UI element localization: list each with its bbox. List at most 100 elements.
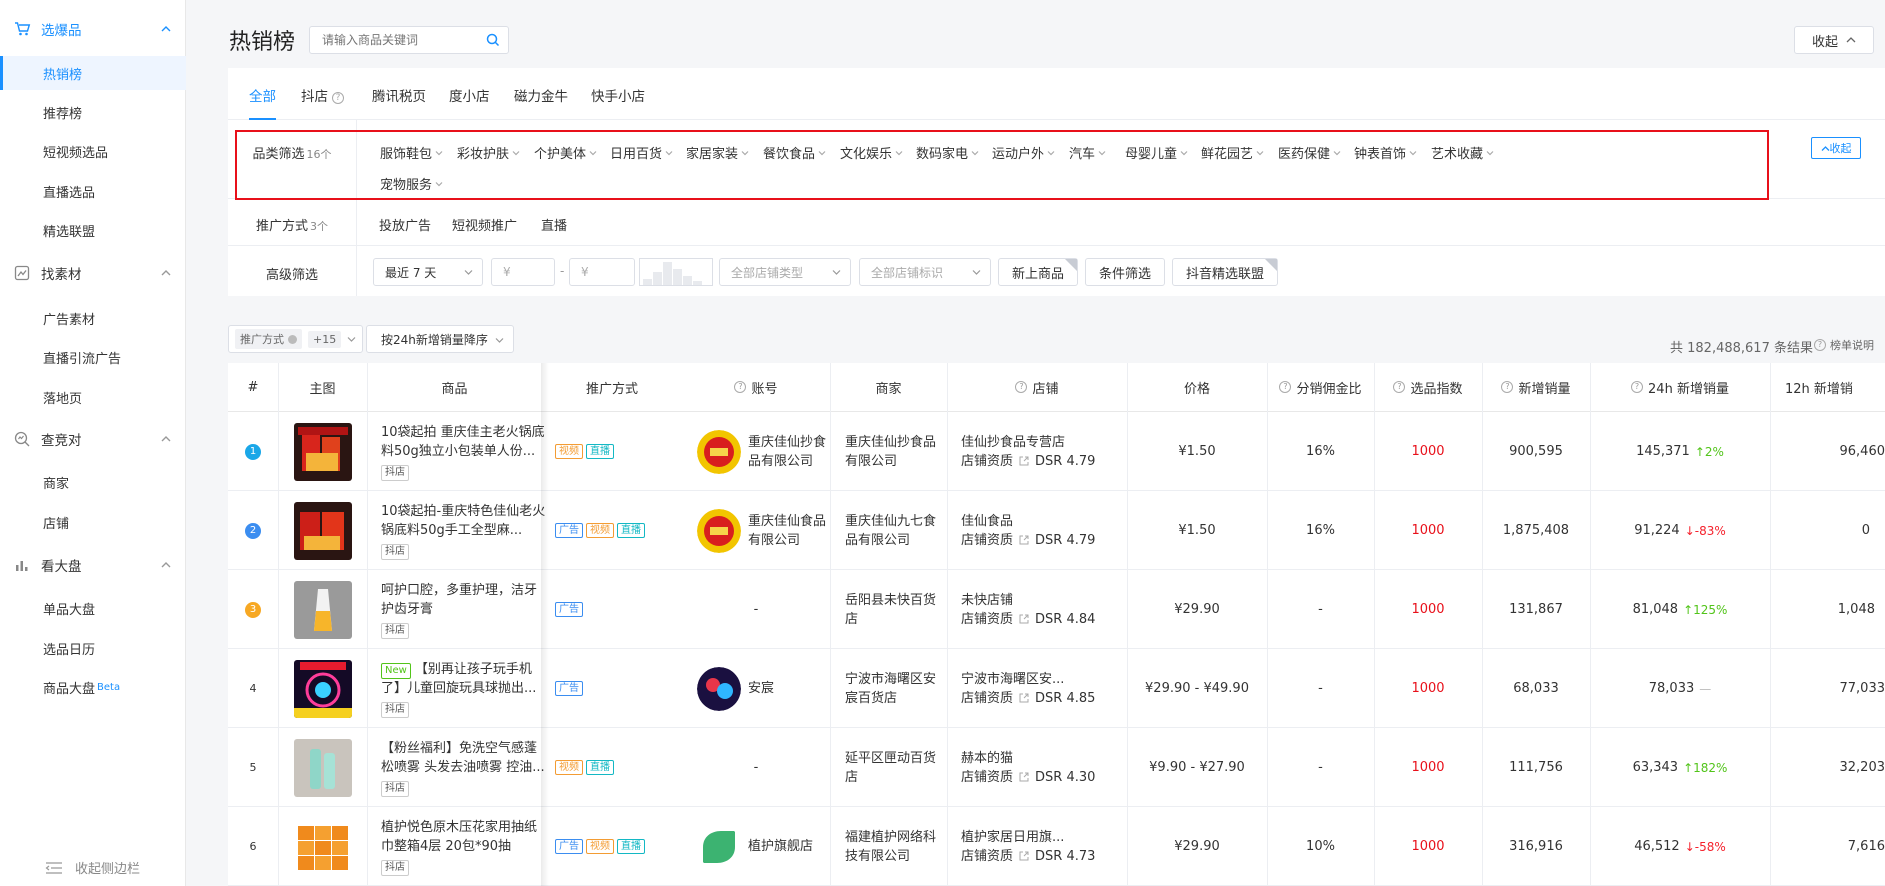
date-range-select[interactable]: 最近 7 天 xyxy=(373,258,483,286)
merchant-name[interactable]: 岳阳县未快百货店 xyxy=(830,570,947,649)
external-link-icon[interactable] xyxy=(1019,772,1029,782)
collapse-sidebar-button[interactable]: 收起侧边栏 xyxy=(45,858,140,877)
search-input[interactable] xyxy=(310,27,470,53)
store-qualification[interactable]: 店铺资质 xyxy=(961,452,1013,471)
sidebar-item-ad-material[interactable]: 广告素材 xyxy=(0,301,186,335)
collapse-filters-button[interactable]: 收起 xyxy=(1794,26,1874,54)
store-qualification[interactable]: 店铺资质 xyxy=(961,689,1013,708)
account-avatar[interactable] xyxy=(697,429,741,474)
sidebar-item-hot-list[interactable]: 热销榜 xyxy=(0,56,186,90)
sidebar-item-product-dashboard[interactable]: 商品大盘 Beta xyxy=(0,670,186,704)
product-image[interactable] xyxy=(293,580,352,639)
product-image[interactable] xyxy=(293,659,352,718)
category-item[interactable]: 医药保健 xyxy=(1278,143,1341,162)
product-image[interactable] xyxy=(293,738,352,797)
store-qualification[interactable]: 店铺资质 xyxy=(961,768,1013,787)
category-item[interactable]: 钟表首饰 xyxy=(1354,143,1417,162)
price-min-input[interactable]: ¥ xyxy=(491,258,555,286)
table-row[interactable]: 6 植护悦色原木压花家用抽纸巾整箱4层 20包*90抽 抖店 广告 视频 直播 植护旗… xyxy=(228,807,1885,886)
close-icon[interactable] xyxy=(288,334,297,344)
category-item[interactable]: 汽车 xyxy=(1069,143,1106,162)
store-qualification[interactable]: 店铺资质 xyxy=(961,531,1013,550)
sidebar-item-calendar[interactable]: 选品日历 xyxy=(0,631,186,665)
category-item[interactable]: 日用百货 xyxy=(610,143,673,162)
col-header-sales[interactable]: ? 新增销量 xyxy=(1482,363,1590,412)
store-qualification[interactable]: 店铺资质 xyxy=(961,610,1013,629)
tab-tencent[interactable]: 腾讯税页 xyxy=(372,85,426,120)
table-row[interactable]: 1 10袋起拍 重庆佳主老火锅底料50g独立小包装单人份... 抖店 视频 直播 重… xyxy=(228,412,1885,491)
account-name[interactable]: 重庆佳仙抄食品有限公司 xyxy=(748,433,830,471)
promo-tag-select[interactable]: 推广方式 +15 xyxy=(228,325,364,353)
sidebar-group-select-products[interactable]: 选爆品 xyxy=(0,14,186,44)
store-name[interactable]: 佳仙食品 xyxy=(961,512,1013,531)
sidebar-item-alliance[interactable]: 精选联盟 xyxy=(0,213,186,247)
account-name[interactable]: 重庆佳仙食品有限公司 xyxy=(748,512,830,550)
condition-filter-button[interactable]: 条件筛选 xyxy=(1085,258,1165,286)
account-avatar[interactable] xyxy=(697,508,741,553)
category-item[interactable]: 个护美体 xyxy=(534,143,597,162)
sidebar-item-recommend[interactable]: 推荐榜 xyxy=(0,95,186,129)
product-title[interactable]: 呵护口腔，多重护理，洁牙护齿牙膏 xyxy=(381,581,546,619)
product-title[interactable]: 10袋起拍 重庆佳主老火锅底料50g独立小包装单人份... xyxy=(381,423,546,461)
account-avatar[interactable] xyxy=(697,824,741,869)
new-product-toggle[interactable]: 新上商品 xyxy=(998,258,1078,286)
tab-duxiaodian[interactable]: 度小店 xyxy=(449,85,490,120)
merchant-name[interactable]: 延平区匣动百货店 xyxy=(830,728,947,807)
sidebar-item-short-video[interactable]: 短视频选品 xyxy=(0,134,186,168)
sidebar-group-competitors[interactable]: 查竞对 xyxy=(0,424,186,454)
price-distribution-icon[interactable] xyxy=(639,258,713,286)
merchant-name[interactable]: 宁波市海曙区安宸百货店 xyxy=(830,649,947,728)
external-link-icon[interactable] xyxy=(1019,614,1029,624)
store-type-select[interactable]: 全部店铺类型 xyxy=(719,258,851,286)
sidebar-item-single-dashboard[interactable]: 单品大盘 xyxy=(0,591,186,625)
tab-cili[interactable]: 磁力金牛 xyxy=(514,85,568,120)
alliance-toggle[interactable]: 抖音精选联盟 xyxy=(1172,258,1278,286)
col-header-sales-24h[interactable]: ? 24h 新增销量 xyxy=(1590,363,1770,412)
table-row[interactable]: 3 呵护口腔，多重护理，洁牙护齿牙膏 抖店 广告 - 岳阳县未快百货店 未快店铺店… xyxy=(228,570,1885,649)
promo-item-ad[interactable]: 投放广告 xyxy=(379,215,431,234)
table-row[interactable]: 2 10袋起拍-重庆特色佳仙老火锅底料50g手工全型麻... 抖店 广告 视频 直播 … xyxy=(228,491,1885,570)
external-link-icon[interactable] xyxy=(1019,851,1029,861)
product-image[interactable] xyxy=(293,501,352,560)
store-name[interactable]: 未快店铺 xyxy=(961,591,1013,610)
account-name[interactable]: 植护旗舰店 xyxy=(748,837,830,856)
col-header-index[interactable]: ? 选品指数 xyxy=(1374,363,1482,412)
product-title[interactable]: 10袋起拍-重庆特色佳仙老火锅底料50g手工全型麻... xyxy=(381,502,546,540)
price-max-input[interactable]: ¥ xyxy=(569,258,635,286)
sort-select[interactable]: 按24h新增销量降序 xyxy=(366,325,514,353)
sidebar-item-live-ads[interactable]: 直播引流广告 xyxy=(0,340,186,374)
list-explain-link[interactable]: ? 榜单说明 xyxy=(1814,337,1874,353)
merchant-name[interactable]: 福建植护网络科技有限公司 xyxy=(830,807,947,886)
category-item[interactable]: 母婴儿童 xyxy=(1125,143,1188,162)
promo-item-short-video[interactable]: 短视频推广 xyxy=(452,215,517,234)
external-link-icon[interactable] xyxy=(1019,535,1029,545)
sidebar-group-materials[interactable]: 找素材 xyxy=(0,258,186,288)
product-image[interactable] xyxy=(293,817,352,876)
category-item[interactable]: 餐饮食品 xyxy=(763,143,826,162)
store-qualification[interactable]: 店铺资质 xyxy=(961,847,1013,866)
category-item[interactable]: 宠物服务 xyxy=(380,174,443,193)
category-item[interactable]: 家居家装 xyxy=(686,143,749,162)
help-icon[interactable]: ? xyxy=(332,92,344,104)
sidebar-item-live[interactable]: 直播选品 xyxy=(0,174,186,208)
sidebar-group-dashboard[interactable]: 看大盘 xyxy=(0,550,186,580)
account-avatar[interactable] xyxy=(697,666,741,711)
product-image[interactable] xyxy=(293,422,352,481)
tab-kuaishou[interactable]: 快手小店 xyxy=(591,85,645,120)
tab-all[interactable]: 全部 xyxy=(249,85,276,120)
fold-categories-button[interactable]: 收起 xyxy=(1811,137,1861,159)
table-row[interactable]: 4 New 【别再让孩子玩手机了】儿童回旋玩具球抛出... 抖店 广告 安宸 宁波市… xyxy=(228,649,1885,728)
category-item[interactable]: 服饰鞋包 xyxy=(380,143,443,162)
store-name[interactable]: 宁波市海曙区安... xyxy=(961,670,1064,689)
product-title-wrap[interactable]: New 【别再让孩子玩手机了】儿童回旋玩具球抛出... xyxy=(381,660,546,698)
merchant-name[interactable]: 重庆佳仙抄食品有限公司 xyxy=(830,412,947,491)
promo-item-live[interactable]: 直播 xyxy=(541,215,567,234)
product-title[interactable]: 【粉丝福利】免洗空气感蓬松喷雾 头发去油喷雾 控油... xyxy=(381,739,546,777)
store-tag-select[interactable]: 全部店铺标识 xyxy=(859,258,991,286)
store-name[interactable]: 佳仙抄食品专营店 xyxy=(961,433,1065,452)
sidebar-item-landing[interactable]: 落地页 xyxy=(0,380,186,414)
store-name[interactable]: 植护家居日用旗... xyxy=(961,828,1064,847)
product-title[interactable]: 植护悦色原木压花家用抽纸巾整箱4层 20包*90抽 xyxy=(381,818,546,856)
col-header-store[interactable]: ? 店铺 xyxy=(947,363,1127,412)
category-item[interactable]: 数码家电 xyxy=(916,143,979,162)
